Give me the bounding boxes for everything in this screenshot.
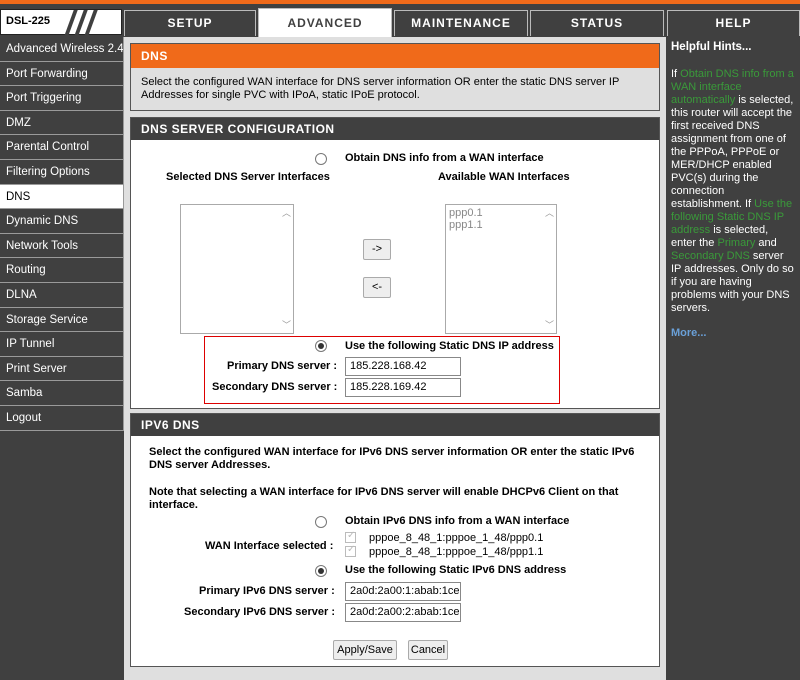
brand-logo: DSL-225 xyxy=(0,9,122,36)
main-content: DNS Select the configured WAN interface … xyxy=(124,37,666,680)
sidebar-nav: Advanced Wireless 2.4G Port Forwarding P… xyxy=(0,37,124,431)
sidebar-item-filtering-options[interactable]: Filtering Options xyxy=(0,159,124,185)
section-title: DNS SERVER CONFIGURATION xyxy=(131,118,659,140)
help-highlight: Primary xyxy=(717,237,756,249)
sidebar-item-dynamic-dns[interactable]: Dynamic DNS xyxy=(0,209,124,234)
available-wan-header: Available WAN Interfaces xyxy=(438,171,570,183)
scroll-down-icon[interactable]: ﹀ xyxy=(545,319,554,331)
sidebar-item-samba[interactable]: Samba xyxy=(0,381,124,406)
available-wan-listbox[interactable]: ppp0.1 ppp1.1 ︿ ﹀ xyxy=(445,204,557,334)
help-title: Helpful Hints... xyxy=(671,41,752,53)
ipv6-note-text: Note that selecting a WAN interface for … xyxy=(149,486,619,511)
secondary-dns-label: Secondary DNS server : xyxy=(212,381,338,393)
wan-option-label: pppoe_8_48_1:pppoe_1_48/ppp0.1 xyxy=(369,532,544,544)
list-item[interactable]: ppp1.1 xyxy=(449,219,553,231)
top-accent-bar xyxy=(0,0,800,4)
help-text-segment: and xyxy=(755,237,777,249)
secondary-ipv6-dns-label: Secondary IPv6 DNS server : xyxy=(184,606,336,618)
obtain-dns-label: Obtain DNS info from a WAN interface xyxy=(345,152,544,164)
static-dns-radio[interactable] xyxy=(315,340,327,352)
sidebar-item-advanced-wireless[interactable]: Advanced Wireless 2.4G xyxy=(0,37,124,62)
static-ipv6-dns-label: Use the following Static IPv6 DNS addres… xyxy=(345,564,567,576)
section-title: IPV6 DNS xyxy=(131,414,659,436)
sidebar-item-logout[interactable]: Logout xyxy=(0,405,124,431)
ipv6-dns-section: IPV6 DNS Select the configured WAN inter… xyxy=(130,413,660,667)
primary-dns-label: Primary DNS server : xyxy=(227,360,338,372)
help-text-segment: is selected, this router will accept the… xyxy=(671,94,794,210)
sidebar-item-port-forwarding[interactable]: Port Forwarding xyxy=(0,61,124,87)
dns-intro-section: DNS Select the configured WAN interface … xyxy=(130,43,660,111)
dns-intro-text: Select the configured WAN interface for … xyxy=(131,68,659,110)
apply-save-button[interactable]: Apply/Save xyxy=(333,640,397,660)
wan-option-checkbox[interactable] xyxy=(345,544,356,557)
sidebar-item-print-server[interactable]: Print Server xyxy=(0,356,124,382)
sidebar-item-dmz[interactable]: DMZ xyxy=(0,110,124,136)
sidebar-item-storage-service[interactable]: Storage Service xyxy=(0,307,124,333)
tab-maintenance[interactable]: MAINTENANCE xyxy=(394,10,528,36)
sidebar-item-dlna[interactable]: DLNA xyxy=(0,282,124,308)
ipv6-intro-text: Select the configured WAN interface for … xyxy=(149,446,635,471)
help-text: If Obtain DNS info from a WAN interface … xyxy=(671,68,796,315)
obtain-ipv6-dns-label: Obtain IPv6 DNS info from a WAN interfac… xyxy=(345,515,570,527)
move-left-button[interactable]: <- xyxy=(363,277,391,298)
tab-setup[interactable]: SETUP xyxy=(124,10,256,36)
selected-dns-header: Selected DNS Server Interfaces xyxy=(166,171,330,183)
sidebar-item-routing[interactable]: Routing xyxy=(0,258,124,283)
help-text-segment: If xyxy=(671,68,681,80)
wan-option-label: pppoe_8_48_1:pppoe_1_48/ppp1.1 xyxy=(369,546,544,558)
static-ipv6-dns-radio[interactable] xyxy=(315,565,327,577)
cancel-button[interactable]: Cancel xyxy=(408,640,448,660)
sidebar-item-parental-control[interactable]: Parental Control xyxy=(0,135,124,160)
obtain-ipv6-dns-radio[interactable] xyxy=(315,516,327,528)
selected-dns-listbox[interactable]: ︿ ﹀ xyxy=(180,204,294,334)
primary-ipv6-dns-label: Primary IPv6 DNS server : xyxy=(199,585,335,597)
primary-ipv6-dns-input[interactable]: 2a0d:2a00:1:abab:1ce xyxy=(345,582,461,601)
obtain-dns-radio[interactable] xyxy=(315,153,327,165)
move-right-button[interactable]: -> xyxy=(363,239,391,260)
wan-interface-selected-label: WAN Interface selected : xyxy=(205,540,334,552)
sidebar-item-network-tools[interactable]: Network Tools xyxy=(0,233,124,259)
list-item[interactable]: ppp0.1 xyxy=(449,207,553,219)
tab-status[interactable]: STATUS xyxy=(530,10,664,36)
primary-dns-input[interactable]: 185.228.168.42 xyxy=(345,357,461,376)
sidebar-item-dns[interactable]: DNS xyxy=(0,184,124,210)
scroll-up-icon[interactable]: ︿ xyxy=(545,207,554,219)
sidebar-item-port-triggering[interactable]: Port Triggering xyxy=(0,86,124,111)
static-dns-label: Use the following Static DNS IP address xyxy=(345,340,554,352)
help-highlight: Secondary DNS xyxy=(671,250,750,262)
help-panel: Helpful Hints... If Obtain DNS info from… xyxy=(667,37,800,680)
sidebar-item-ip-tunnel[interactable]: IP Tunnel xyxy=(0,332,124,357)
more-link[interactable]: More... xyxy=(671,327,796,340)
wan-option-checkbox[interactable] xyxy=(345,530,356,543)
dns-server-config-section: DNS SERVER CONFIGURATION Obtain DNS info… xyxy=(130,117,660,409)
tab-advanced[interactable]: ADVANCED xyxy=(258,8,392,38)
section-title: DNS xyxy=(131,44,659,68)
tab-help[interactable]: HELP xyxy=(667,10,800,36)
secondary-dns-input[interactable]: 185.228.169.42 xyxy=(345,378,461,397)
scroll-down-icon[interactable]: ﹀ xyxy=(282,319,291,331)
scroll-up-icon[interactable]: ︿ xyxy=(282,207,291,219)
secondary-ipv6-dns-input[interactable]: 2a0d:2a00:2:abab:1ce xyxy=(345,603,461,622)
model-name: DSL-225 xyxy=(6,15,51,27)
